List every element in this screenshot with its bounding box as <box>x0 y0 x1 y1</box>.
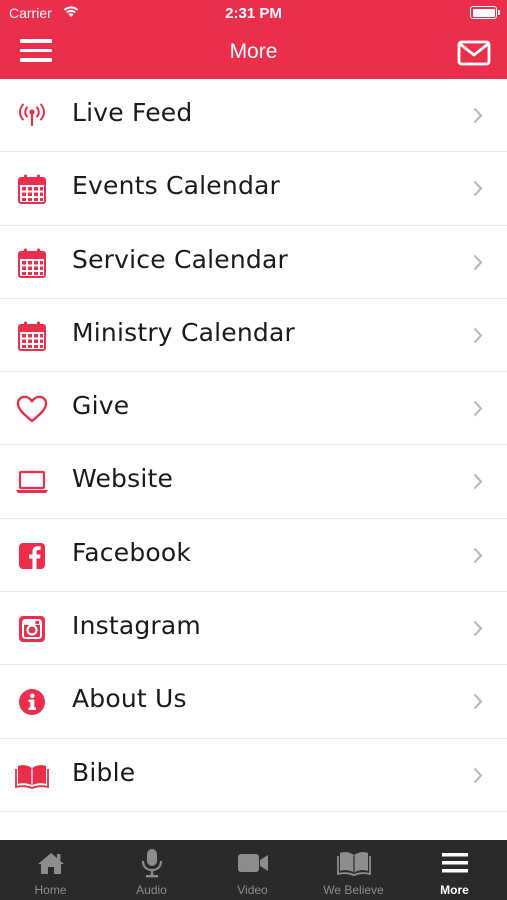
info-icon <box>14 687 50 717</box>
instagram-icon <box>14 614 50 644</box>
menu-item-label: Give <box>72 391 130 421</box>
tab-more[interactable]: More <box>404 840 505 900</box>
menu-item-label: Instagram <box>72 611 201 641</box>
tab-label: More <box>440 883 469 897</box>
menu-item-give[interactable]: Give <box>0 372 507 446</box>
menu-item-bible[interactable]: Bible <box>0 739 507 812</box>
menu-item-label: Service Calendar <box>72 244 288 274</box>
chevron-right-icon <box>473 547 483 563</box>
facebook-icon <box>14 541 50 571</box>
book-icon <box>14 761 50 791</box>
tab-video[interactable]: Video <box>202 840 303 900</box>
menu-item-label: Bible <box>72 757 136 787</box>
page-title: More <box>229 40 278 63</box>
header: Carrier 2:31 PM More <box>0 0 507 79</box>
tab-bar: Home Audio Video We Believe More <box>0 840 507 900</box>
menu-item-service-calendar[interactable]: Service Calendar <box>0 226 507 299</box>
tab-we-believe[interactable]: We Believe <box>303 840 404 900</box>
menu-item-website[interactable]: Website <box>0 445 507 519</box>
menu-item-label: Facebook <box>72 537 192 567</box>
calendar-icon <box>14 321 50 351</box>
chevron-right-icon <box>473 767 483 783</box>
chevron-right-icon <box>473 181 483 197</box>
menu-item-ministry-calendar[interactable]: Ministry Calendar <box>0 299 507 373</box>
tab-label: Video <box>237 883 268 897</box>
broadcast-icon <box>14 101 50 131</box>
mail-icon[interactable] <box>457 39 491 67</box>
microphone-icon <box>101 849 202 878</box>
menu-item-about-us[interactable]: About Us <box>0 665 507 739</box>
chevron-right-icon <box>473 474 483 490</box>
chevron-right-icon <box>473 694 483 710</box>
menu-item-live-feed[interactable]: Live Feed <box>0 79 507 153</box>
tab-label: Home <box>34 883 67 897</box>
home-icon <box>0 849 101 877</box>
menu-item-instagram[interactable]: Instagram <box>0 592 507 666</box>
chevron-right-icon <box>473 327 483 344</box>
calendar-icon <box>14 174 50 205</box>
tab-audio[interactable]: Audio <box>101 840 202 900</box>
tab-label: Audio <box>136 883 167 897</box>
status-time: 2:31 PM <box>225 5 282 22</box>
video-camera-icon <box>202 849 303 877</box>
battery-icon <box>470 6 500 19</box>
menu-item-events-calendar[interactable]: Events Calendar <box>0 152 507 226</box>
menu-item-label: About Us <box>72 684 187 714</box>
menu-item-label: Live Feed <box>72 98 193 127</box>
chevron-right-icon <box>473 620 483 637</box>
menu-icon <box>404 849 505 877</box>
menu-item-facebook[interactable]: Facebook <box>0 519 507 593</box>
tab-home[interactable]: Home <box>0 840 101 900</box>
menu-item-label: Ministry Calendar <box>72 317 295 347</box>
menu-item-label: Website <box>72 464 174 494</box>
status-bar: Carrier 2:31 PM <box>0 0 507 28</box>
nav-bar: More <box>0 28 507 79</box>
more-menu-list: Live Feed Events Calendar Service Calend… <box>0 79 507 812</box>
heart-icon <box>14 394 50 424</box>
tab-label: We Believe <box>323 883 384 897</box>
laptop-icon <box>14 467 50 497</box>
calendar-icon <box>14 248 50 278</box>
chevron-right-icon <box>473 401 483 417</box>
chevron-right-icon <box>473 254 483 270</box>
chevron-right-icon <box>473 107 483 124</box>
book-icon <box>303 849 404 877</box>
menu-item-label: Events Calendar <box>72 171 281 201</box>
